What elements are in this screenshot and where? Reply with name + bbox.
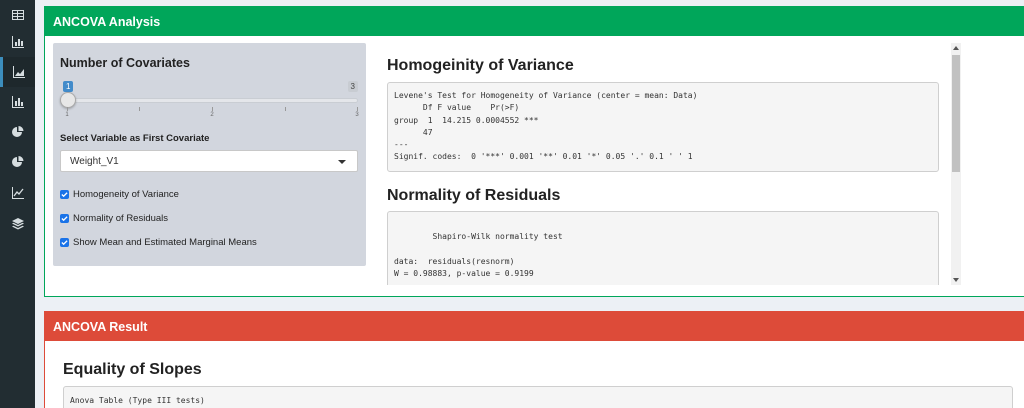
- sidebar-item-data-table[interactable]: [0, 0, 35, 30]
- first-covariate-value: Weight_V1: [70, 156, 119, 167]
- table-icon: [11, 10, 24, 20]
- slider-max-bubble: 3: [347, 81, 358, 92]
- first-covariate-label: Select Variable as First Covariate: [60, 133, 210, 144]
- slider-tick-minor: [285, 107, 286, 111]
- shapiro-output: Shapiro-Wilk normality test data: residu…: [387, 211, 939, 285]
- slider-tick-label: 3: [355, 112, 359, 118]
- equality-of-slopes-title: Equality of Slopes: [63, 361, 202, 378]
- slider-tick: [212, 107, 213, 111]
- chevron-down-icon: [338, 160, 346, 164]
- scroll-up-icon[interactable]: [953, 46, 959, 50]
- covariates-label: Number of Covariates: [60, 56, 190, 70]
- bar-chart-icon: [11, 96, 24, 108]
- slider-min-bubble: 1: [63, 81, 74, 92]
- marginal-means-checkbox-label: Show Mean and Estimated Marginal Means: [73, 237, 257, 248]
- ancova-analysis-header: ANCOVA Analysis: [45, 7, 1024, 36]
- anova-table-output: Anova Table (Type III tests): [63, 386, 1013, 408]
- sidebar: [0, 0, 35, 408]
- layers-icon: [11, 218, 24, 230]
- checkbox-checked-icon[interactable]: [60, 190, 69, 199]
- first-covariate-select[interactable]: Weight_V1: [60, 150, 358, 172]
- sidebar-item-pie-chart[interactable]: [0, 117, 35, 147]
- line-chart-icon: [11, 187, 24, 199]
- area-chart-icon: [13, 66, 25, 78]
- marginal-means-checkbox[interactable]: Show Mean and Estimated Marginal Means: [60, 237, 257, 248]
- normality-checkbox[interactable]: Normality of Residuals: [60, 213, 168, 224]
- sidebar-item-pie-chart-2[interactable]: [0, 147, 35, 177]
- levene-output: Levene's Test for Homogeneity of Varianc…: [387, 82, 939, 172]
- control-panel: Number of Covariates 1 3 1 2 3 Select Va…: [53, 43, 366, 266]
- checkbox-checked-icon[interactable]: [60, 214, 69, 223]
- bar-chart-icon: [11, 36, 24, 48]
- pie-chart-icon: [11, 126, 23, 137]
- pie-chart-icon: [11, 156, 23, 167]
- normality-title: Normality of Residuals: [387, 187, 561, 204]
- slider-ticks: 1 2 3: [65, 107, 359, 119]
- slider-tick-minor: [139, 107, 140, 111]
- scrollbar-thumb[interactable]: [952, 55, 960, 172]
- scroll-down-icon[interactable]: [953, 278, 959, 282]
- slider-tick: [357, 107, 358, 111]
- sidebar-item-ancova[interactable]: [0, 57, 35, 87]
- covariates-slider[interactable]: 1 3 1 2 3: [60, 81, 359, 121]
- slider-tick: [67, 107, 68, 111]
- homogeneity-checkbox[interactable]: Homogeneity of Variance: [60, 189, 179, 200]
- sidebar-item-layers[interactable]: [0, 209, 35, 239]
- sidebar-item-bar-chart-2[interactable]: [0, 87, 35, 117]
- sidebar-item-line-chart[interactable]: [0, 178, 35, 208]
- homogeneity-checkbox-label: Homogeneity of Variance: [73, 189, 179, 200]
- output-scrollbar[interactable]: [951, 43, 961, 285]
- homogeneity-title: Homogeinity of Variance: [387, 57, 574, 74]
- analysis-output-panel: Homogeinity of Variance Levene's Test fo…: [380, 43, 951, 285]
- checkbox-checked-icon[interactable]: [60, 238, 69, 247]
- sidebar-item-bar-chart[interactable]: [0, 27, 35, 57]
- slider-tick-label: 1: [65, 112, 69, 118]
- slider-tick-label: 2: [210, 112, 214, 118]
- normality-checkbox-label: Normality of Residuals: [73, 213, 169, 224]
- ancova-result-header: ANCOVA Result: [45, 312, 1024, 341]
- slider-handle[interactable]: [60, 92, 76, 108]
- slider-track[interactable]: [67, 98, 358, 103]
